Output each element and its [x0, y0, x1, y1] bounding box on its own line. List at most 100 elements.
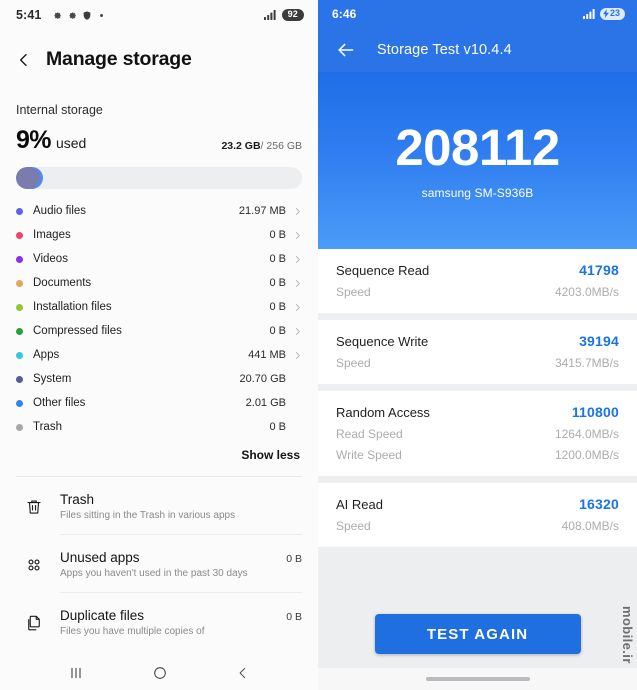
result-metric-row: Speed 4203.0MB/s: [336, 285, 619, 299]
result-metric-row: Speed 3415.7MB/s: [336, 356, 619, 370]
status-system-icons: [52, 10, 104, 21]
metric-label: Speed: [336, 285, 371, 299]
result-name: Random Access: [336, 405, 430, 420]
tool-icon: [16, 492, 52, 516]
tool-icon: [16, 550, 52, 574]
metric-label: Speed: [336, 356, 371, 370]
charging-bolt-icon: [602, 9, 609, 19]
metric-value: 4203.0MB/s: [554, 285, 619, 299]
result-header: Random Access 110800: [336, 404, 619, 420]
storage-amounts: 23.2 GB/ 256 GB: [221, 140, 302, 155]
dual-screenshot-container: 5:41 92 Manage storage Internal storage: [0, 0, 637, 690]
category-size: 0 B: [269, 421, 286, 433]
result-metric-row: Read Speed 1264.0MB/s: [336, 427, 619, 441]
left-nav-bar: [0, 656, 318, 690]
storage-category-row[interactable]: Images 0 B: [16, 223, 302, 247]
metric-label: Read Speed: [336, 427, 403, 441]
benchmark-results-list: Sequence Read 41798 Speed 4203.0MB/s Sequenc…: [318, 249, 637, 596]
tool-value: 0 B: [286, 611, 302, 623]
category-name: Other files: [33, 397, 86, 409]
tool-row[interactable]: Duplicate files 0 B Files you have multipl…: [16, 593, 302, 650]
storage-category-row[interactable]: Videos 0 B: [16, 247, 302, 271]
result-score: 110800: [571, 404, 619, 420]
benchmark-result-card: Sequence Read 41798 Speed 4203.0MB/s: [318, 249, 637, 313]
storage-category-row[interactable]: Documents 0 B: [16, 271, 302, 295]
left-app-bar: Manage storage: [0, 30, 318, 81]
page-title: Manage storage: [46, 48, 192, 70]
watermark: mobile.ir: [620, 606, 635, 664]
storage-tool-item[interactable]: Trash Files sitting in the Trash in vario…: [16, 477, 302, 535]
category-color-dot: [16, 279, 23, 287]
storage-separator: /: [260, 140, 264, 152]
home-pill[interactable]: [425, 677, 530, 681]
metric-label: Write Speed: [336, 448, 402, 462]
tool-title: Duplicate files: [60, 608, 145, 623]
duplicate-icon: [28, 615, 40, 631]
category-name: Documents: [33, 277, 92, 289]
dot-icon: [100, 13, 104, 17]
category-size: 0 B: [269, 325, 286, 337]
chevron-right-icon: [295, 303, 300, 311]
storage-tool-item[interactable]: Duplicate files 0 B Files you have multipl…: [16, 593, 302, 650]
storage-category-row[interactable]: Compressed files 0 B: [16, 319, 302, 343]
test-again-button[interactable]: TEST AGAIN: [374, 614, 581, 654]
tool-subtitle: Files sitting in the Trash in various ap…: [60, 510, 236, 521]
internal-storage-label: Internal storage: [16, 103, 103, 117]
right-status-bar: 6:46 23: [318, 0, 637, 28]
tool-row[interactable]: Trash Files sitting in the Trash in vario…: [16, 477, 302, 534]
battery-level: 23: [609, 8, 620, 19]
result-score: 39194: [579, 333, 619, 349]
storage-tool-item[interactable]: Unused apps 0 B Apps you haven't used in t…: [16, 535, 302, 593]
storage-category-row: Trash 0 B: [16, 415, 302, 439]
storage-category-row[interactable]: Audio files 21.97 MB: [16, 199, 302, 223]
tool-subtitle: Apps you haven't used in the past 30 day…: [60, 568, 248, 579]
result-score: 41798: [579, 262, 619, 278]
metric-value: 408.0MB/s: [561, 519, 619, 533]
category-name: Apps: [33, 349, 60, 361]
chevron-right-icon: [295, 255, 300, 263]
status-time: 5:41: [16, 8, 42, 22]
result-name: AI Read: [336, 497, 383, 512]
category-size: 21.97 MB: [238, 205, 286, 217]
show-less-button[interactable]: Show less: [241, 448, 300, 462]
chevron-right-icon: [295, 231, 300, 239]
chevron-right-icon: [295, 279, 300, 287]
storage-used-amount: 23.2 GB: [221, 140, 261, 152]
back-icon[interactable]: [236, 666, 250, 680]
benchmark-result-card: Sequence Write 39194 Speed 3415.7MB/s: [318, 320, 637, 384]
category-size: 441 MB: [248, 349, 286, 361]
total-score: 208112: [395, 118, 560, 176]
storage-category-row[interactable]: Installation files 0 B: [16, 295, 302, 319]
tool-icon: [16, 608, 52, 632]
metric-label: Speed: [336, 519, 371, 533]
benchmark-result-card: AI Read 16320 Speed 408.0MB/s: [318, 483, 637, 547]
home-icon[interactable]: [152, 665, 168, 681]
category-size: 20.70 GB: [239, 373, 286, 385]
shield-icon: [84, 10, 91, 20]
storage-total-amount: 256 GB: [266, 140, 302, 152]
category-name: Compressed files: [33, 325, 122, 337]
back-chevron-icon[interactable]: [16, 52, 32, 68]
category-size: 0 B: [269, 277, 286, 289]
status-right-cluster: 92: [263, 8, 304, 22]
metric-value: 1200.0MB/s: [554, 448, 619, 462]
category-size: 0 B: [269, 253, 286, 265]
tool-row[interactable]: Unused apps 0 B Apps you haven't used in t…: [16, 535, 302, 592]
manage-storage-screen: 5:41 92 Manage storage Internal storage: [0, 0, 318, 690]
category-name: System: [33, 373, 72, 385]
storage-category-row: System 20.70 GB: [16, 367, 302, 391]
arrow-left-icon[interactable]: [336, 42, 355, 58]
metric-value: 3415.7MB/s: [554, 356, 619, 370]
recents-icon[interactable]: [68, 665, 84, 681]
chevron-right-icon: [295, 207, 300, 215]
storage-category-row[interactable]: Apps 441 MB: [16, 343, 302, 367]
storage-test-screen: 6:46 23 Storage Test v10.4.4 208112 sams…: [318, 0, 637, 690]
storage-usage-summary: 9% used 23.2 GB/ 256 GB: [16, 126, 302, 155]
tool-value: 0 B: [286, 553, 302, 565]
category-color-dot: [16, 375, 23, 383]
signal-bars-icon: [582, 9, 595, 19]
category-size: 2.01 GB: [245, 397, 286, 409]
storage-used-word: used: [55, 135, 87, 151]
category-name: Audio files: [33, 205, 87, 217]
tool-subtitle: Files you have multiple copies of: [60, 626, 205, 637]
